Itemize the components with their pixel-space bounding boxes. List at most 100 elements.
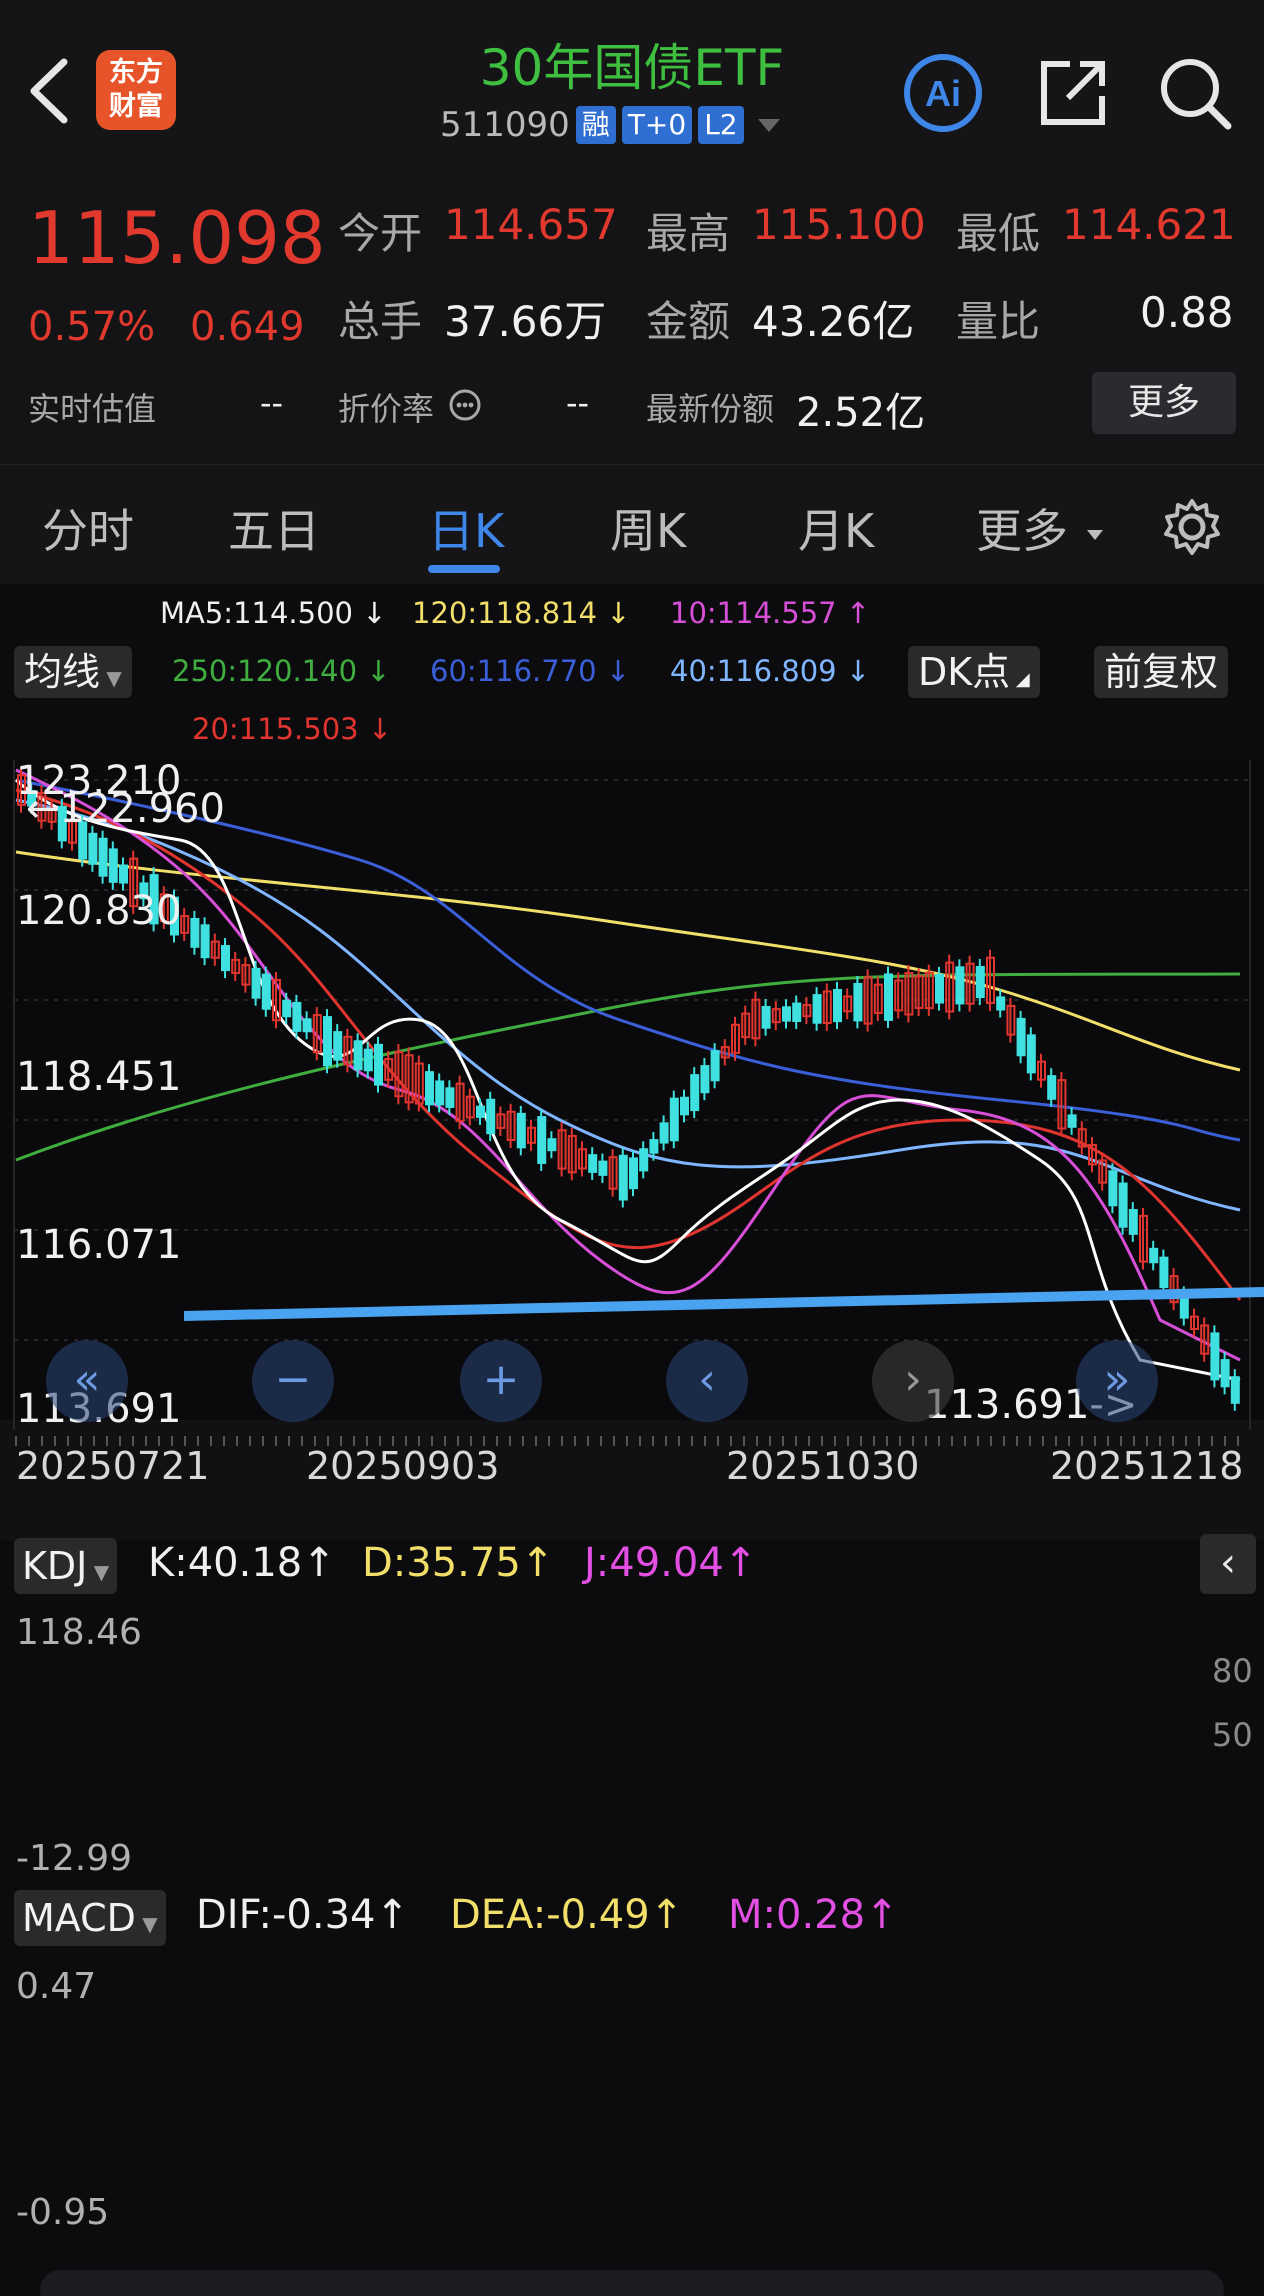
high-label: 最高 [646, 209, 731, 258]
macd-m-value: M:0.28↑ [728, 1892, 899, 1938]
tab-five-day[interactable]: 五日 [228, 495, 320, 561]
candle-body [88, 832, 98, 865]
candle-body [1149, 1247, 1159, 1264]
candle-body [1067, 1114, 1077, 1128]
candle-body [108, 848, 118, 883]
candle-body [425, 1071, 434, 1106]
candle-body [1220, 1359, 1230, 1388]
kdj-level-50: 50 [1212, 1716, 1253, 1754]
last-price: 115.098 [28, 196, 326, 280]
open-label: 今开 [338, 209, 423, 258]
candle-body [680, 1096, 689, 1116]
caret-down-icon: ▼ [100, 666, 122, 690]
macd-m-text: M:0.28 [728, 1892, 866, 1938]
tab-daily-k[interactable]: 日K [428, 495, 504, 561]
candle-body [516, 1112, 526, 1149]
date-label-4: 20251218 [1050, 1444, 1244, 1488]
logo-line-1: 东方 [109, 57, 163, 88]
ma120-legend: 120:118.814 ↓ [412, 596, 631, 630]
candle-body [261, 973, 271, 1010]
t0-tag: T+0 [621, 106, 693, 144]
ma20-legend: 20:115.503 ↓ [192, 712, 393, 746]
scroll-left-button[interactable]: ‹ [666, 1340, 748, 1422]
ma250-legend: 250:120.140 ↓ [172, 654, 391, 688]
zoom-in-button[interactable]: + [460, 1340, 542, 1422]
candle-body [1108, 1170, 1118, 1207]
back-arrow-icon[interactable] [24, 56, 76, 126]
page-title: 30年国债ETF [479, 39, 785, 97]
candle-body [690, 1074, 700, 1112]
y-label-2: 120.830 [16, 888, 182, 934]
scroll-far-right-button[interactable]: » [1076, 1340, 1158, 1422]
candle-body [200, 924, 210, 959]
tab-intraday[interactable]: 分时 [42, 495, 134, 561]
candle-body [251, 967, 261, 999]
y-label-4: 116.071 [16, 1222, 182, 1268]
kdj-selector-button[interactable]: KDJ ▼ [14, 1538, 118, 1594]
macd-y-top: 0.47 [16, 1966, 97, 2007]
candle-body [98, 837, 108, 877]
high-value: 115.100 [752, 200, 926, 249]
scroll-far-left-button[interactable]: « [46, 1340, 128, 1422]
candle-body [639, 1148, 649, 1172]
kdj-k-text: K:40.18 [148, 1540, 303, 1586]
share-icon[interactable] [1030, 50, 1116, 136]
iopv-value: -- [260, 384, 284, 422]
tab-more[interactable]: 更多 [976, 495, 1103, 561]
macd-selector-button[interactable]: MACD ▼ [14, 1890, 166, 1946]
volume-ratio-label: 量比 [956, 297, 1041, 346]
discount-value: -- [566, 384, 590, 422]
candle-body [1159, 1256, 1169, 1289]
ma60-value: 60:116.770 [430, 654, 597, 688]
volume-ratio-value: 0.88 [1140, 288, 1234, 337]
iopv-label: 实时估值 [28, 390, 157, 428]
candle-body [1118, 1182, 1128, 1228]
macd-dea-value: DEA:-0.49↑ [450, 1892, 684, 1938]
shares-value: 2.52亿 [796, 390, 926, 436]
candle-body [935, 973, 944, 1004]
open-value: 114.657 [444, 200, 618, 249]
ma120-value: 120:118.814 [412, 596, 598, 630]
zoom-out-button[interactable]: − [252, 1340, 334, 1422]
ma40-value: 40:116.809 [670, 654, 837, 688]
kline-panel-bg [0, 760, 1264, 1420]
adjust-price-button[interactable]: 前复权 [1094, 646, 1229, 698]
caret-down-icon: ▼ [135, 1912, 158, 1936]
dk-point-button[interactable]: DK点 ◢ [908, 646, 1040, 698]
macd-dif-value: DIF:-0.34↑ [196, 1892, 409, 1938]
macd-y-bottom: -0.95 [16, 2192, 110, 2233]
amount-label: 金额 [646, 297, 731, 346]
corner-triangle-icon: ◢ [1010, 669, 1030, 690]
search-icon[interactable] [1152, 50, 1238, 136]
collapse-panel-button[interactable]: ‹ [1200, 1534, 1256, 1594]
discount-label: 折价率 [338, 390, 435, 428]
settings-gear-icon[interactable] [1160, 495, 1224, 559]
scroll-right-button[interactable]: › [872, 1340, 954, 1422]
ai-icon[interactable]: Ai [900, 50, 986, 136]
svg-text:Ai: Ai [925, 73, 961, 114]
ma-selector-label: 均线 [24, 650, 101, 694]
ma-selector-button[interactable]: 均线 ▼ [14, 646, 132, 698]
candle-body [333, 1031, 343, 1061]
stock-code-row[interactable]: 511090 融 T+0 L2 [440, 104, 780, 146]
candle-body [598, 1160, 608, 1176]
ma20-value: 20:115.503 [192, 712, 359, 746]
info-icon[interactable] [448, 388, 482, 422]
date-label-3: 20251030 [726, 1444, 920, 1488]
eastmoney-logo[interactable]: 东方 财富 [96, 50, 176, 130]
candle-body [537, 1116, 547, 1164]
candle-body [1026, 1034, 1036, 1074]
candle-body [659, 1122, 669, 1144]
candle-body [1016, 1017, 1026, 1057]
l2-tag: L2 [698, 106, 744, 144]
amount-value: 43.26亿 [752, 297, 915, 346]
volume-label: 总手 [338, 297, 423, 346]
tab-weekly-k[interactable]: 周K [610, 495, 686, 561]
candle-body [302, 1018, 312, 1033]
tab-monthly-k[interactable]: 月K [798, 495, 874, 561]
macd-dea-text: DEA:-0.49 [450, 1892, 650, 1938]
date-label-2: 20250903 [306, 1444, 500, 1488]
more-quote-button[interactable]: 更多 [1092, 372, 1236, 434]
bottom-action-bar[interactable] [40, 2270, 1224, 2296]
change-percent: 0.57% [28, 304, 156, 350]
